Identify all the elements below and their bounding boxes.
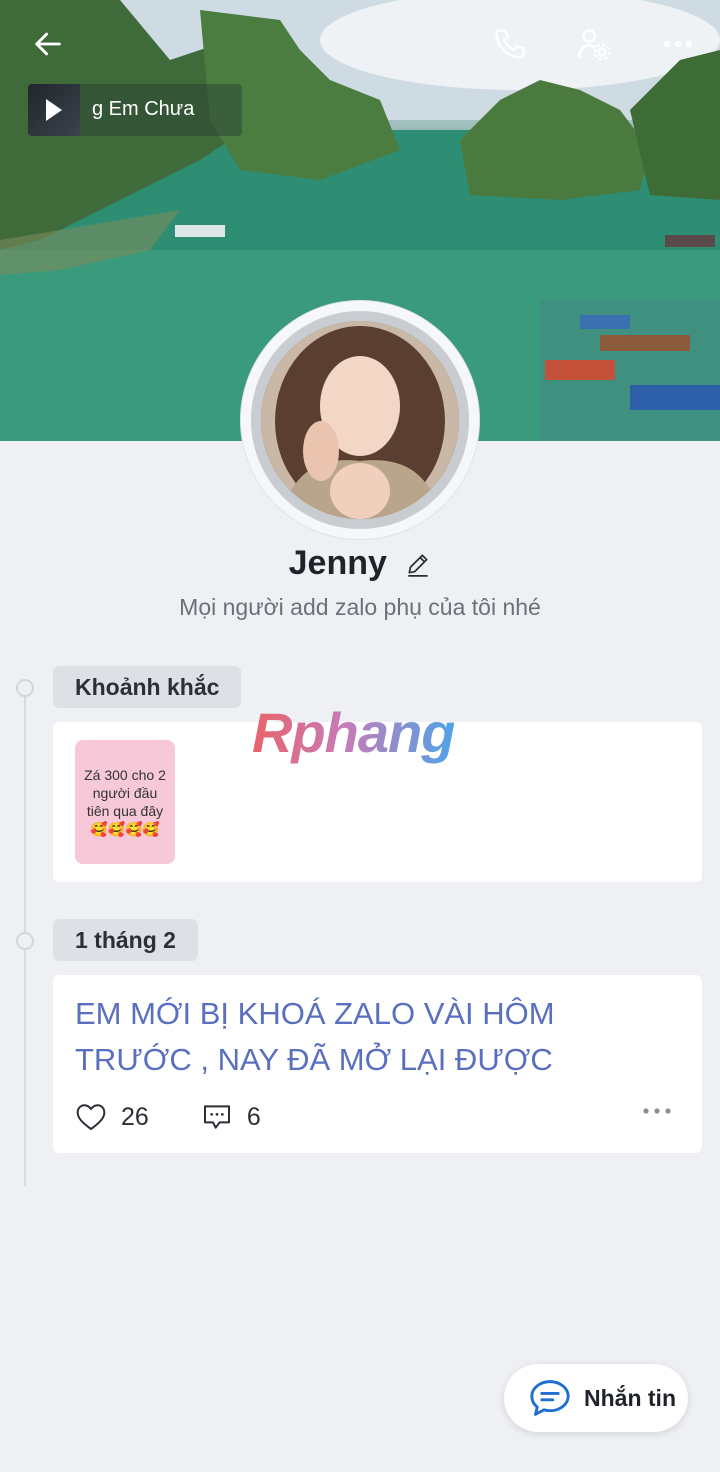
music-cover: [28, 84, 80, 136]
post-date-tag: 1 tháng 2: [53, 919, 198, 961]
avatar[interactable]: [241, 301, 479, 539]
music-title: g Em Chưa: [92, 98, 195, 120]
user-settings-icon: [577, 29, 611, 61]
call-button[interactable]: [488, 22, 532, 66]
profile-bio: Mọi người add zalo phụ của tôi nhé: [179, 594, 541, 620]
watermark-logo: Rphang: [252, 701, 455, 764]
profile-music-chip[interactable]: g Em Chưa: [28, 84, 242, 136]
post-actions: 26 6: [75, 1097, 313, 1137]
like-count: 26: [121, 1102, 149, 1131]
profile-settings-button[interactable]: [572, 22, 616, 66]
arrow-left-icon: [35, 32, 61, 56]
like-button[interactable]: 26: [75, 1102, 149, 1132]
phone-icon: [495, 29, 525, 59]
message-button[interactable]: Nhắn tin: [504, 1364, 688, 1432]
more-horizontal-icon: [663, 40, 693, 48]
moment-item[interactable]: Zá 300 cho 2 người đầu tiên qua đây 🥰🥰🥰🥰: [75, 740, 175, 864]
timeline-dot: [16, 932, 34, 950]
profile-name-row: Jenny: [0, 544, 720, 583]
comment-icon: [203, 1105, 230, 1129]
avatar-portrait: [261, 321, 459, 519]
comment-count: 6: [246, 1102, 261, 1131]
post-card[interactable]: EM MỚI BỊ KHOÁ ZALO VÀI HÔM TRƯỚC , NAY …: [53, 975, 702, 1153]
timeline-dot: [16, 679, 34, 697]
chat-icon: [530, 1380, 570, 1416]
back-button[interactable]: [26, 22, 70, 66]
profile-name: Jenny: [288, 544, 387, 582]
moments-tag: Khoảnh khắc: [53, 666, 242, 708]
message-button-label: Nhắn tin: [584, 1384, 676, 1411]
comment-button[interactable]: 6: [201, 1101, 261, 1133]
more-button[interactable]: [656, 22, 700, 66]
avatar-photo: [261, 321, 459, 519]
post-text: EM MỚI BỊ KHOÁ ZALO VÀI HÔM TRƯỚC , NAY …: [75, 996, 555, 1077]
edit-pencil-icon[interactable]: [405, 551, 431, 577]
post-more-icon[interactable]: [642, 1107, 672, 1115]
play-icon[interactable]: [46, 99, 62, 121]
heart-icon: [76, 1104, 106, 1130]
